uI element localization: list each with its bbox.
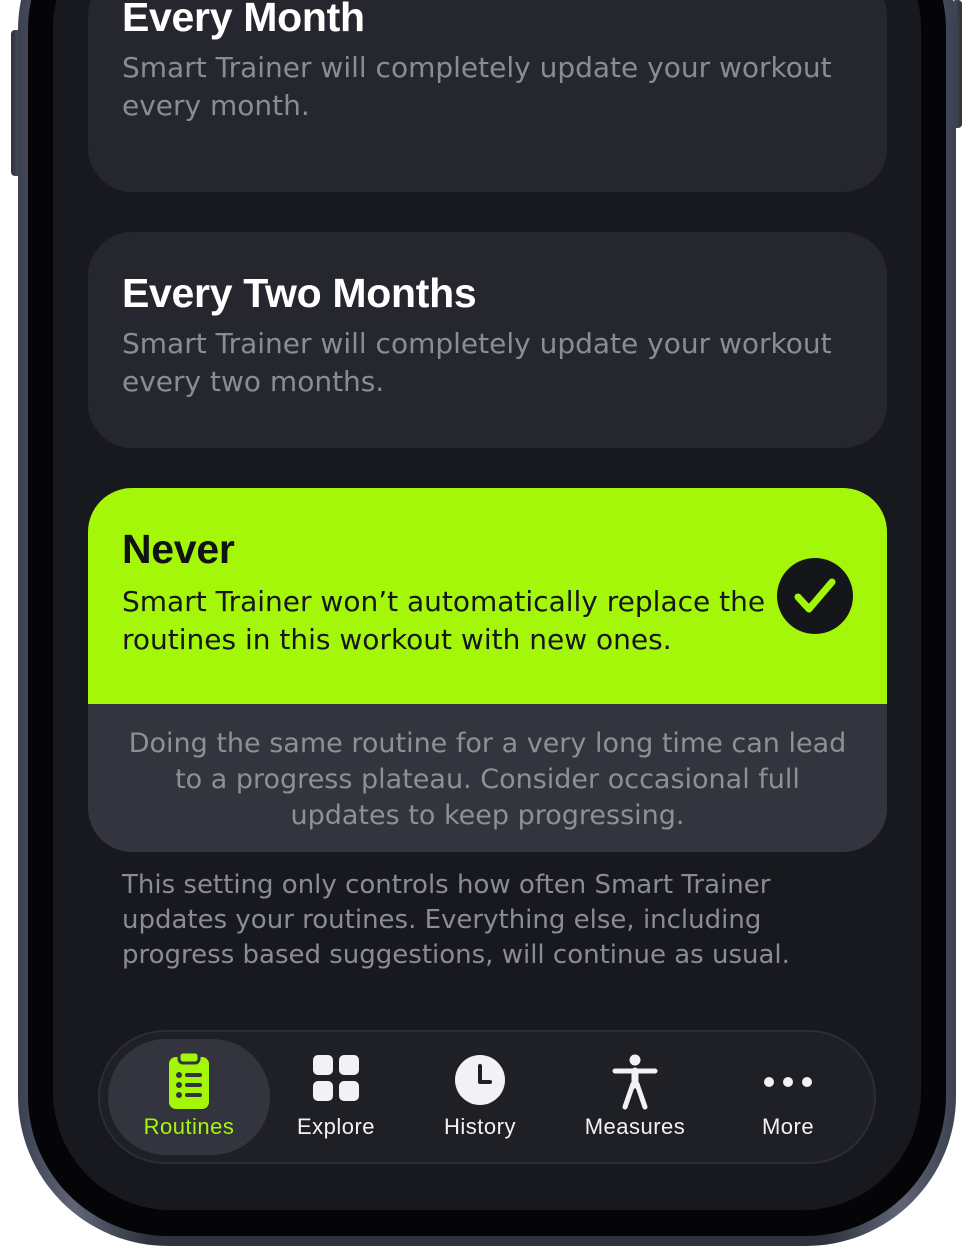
tab-label: More xyxy=(761,1114,815,1139)
tab-routines[interactable]: Routines xyxy=(108,1039,270,1155)
option-every-month[interactable]: Every Month Smart Trainer will completel… xyxy=(88,0,887,192)
setting-footnote: This setting only controls how often Sma… xyxy=(122,870,790,970)
tab-bar: Routines Explore History Measures More xyxy=(98,1030,876,1164)
option-never[interactable]: Never Smart Trainer won’t automatically … xyxy=(88,488,887,852)
screen: Every Month Smart Trainer will completel… xyxy=(53,0,921,1210)
option-title: Never xyxy=(122,526,235,572)
checkmark-icon xyxy=(777,558,853,634)
tab-label: Routines xyxy=(143,1114,235,1139)
option-title: Every Two Months xyxy=(122,270,477,316)
option-every-two-months[interactable]: Every Two Months Smart Trainer will comp… xyxy=(88,232,887,448)
person-figure-icon xyxy=(612,1054,658,1114)
grid-icon xyxy=(312,1054,360,1106)
option-never-header[interactable]: Never Smart Trainer won’t automatically … xyxy=(88,488,887,704)
tab-label: Explore xyxy=(296,1114,376,1139)
option-description: Smart Trainer won’t automatically replac… xyxy=(122,585,766,656)
option-description: Smart Trainer will completely update you… xyxy=(122,327,832,398)
tab-explore[interactable]: Explore xyxy=(276,1032,396,1162)
clipboard-list-icon xyxy=(167,1050,211,1115)
tab-more[interactable]: More xyxy=(728,1032,848,1162)
tab-measures[interactable]: Measures xyxy=(570,1032,700,1162)
plateau-warning: Doing the same routine for a very long t… xyxy=(128,728,847,831)
ellipsis-icon xyxy=(763,1074,813,1093)
clock-icon xyxy=(454,1054,506,1110)
tab-history[interactable]: History xyxy=(420,1032,540,1162)
option-title: Every Month xyxy=(122,0,365,40)
tab-label: Measures xyxy=(584,1114,686,1139)
tab-label: History xyxy=(444,1114,516,1139)
option-description: Smart Trainer will completely update you… xyxy=(122,51,832,122)
